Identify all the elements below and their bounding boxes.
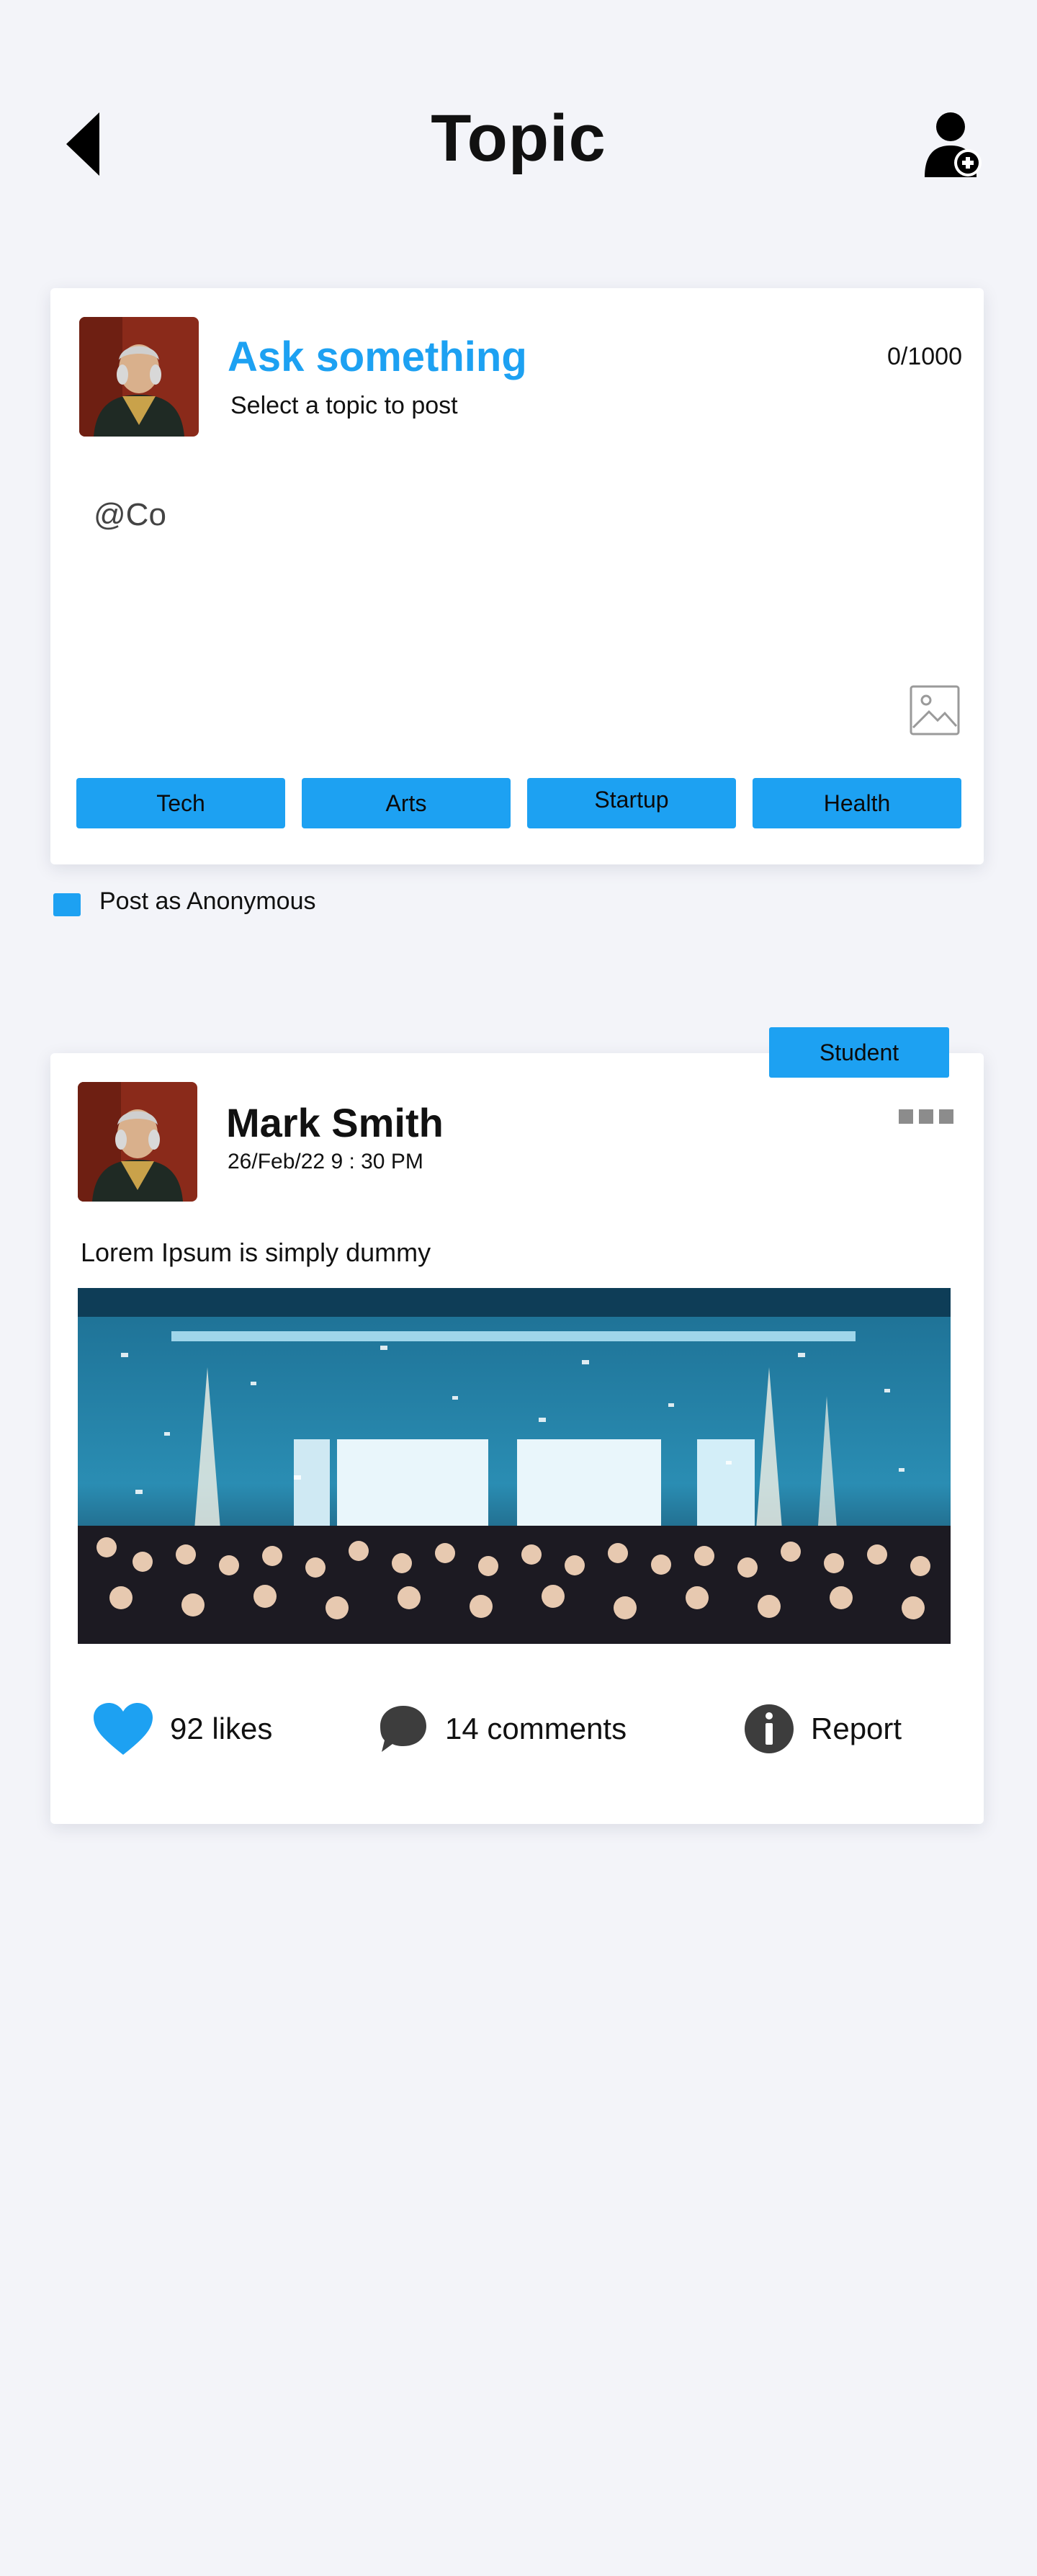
topic-startup-button[interactable]: Startup <box>527 778 736 828</box>
add-image-button[interactable] <box>909 684 961 736</box>
image-icon <box>910 685 960 735</box>
topic-health-button[interactable]: Health <box>753 778 961 828</box>
composer-title: Ask something <box>228 334 527 380</box>
comments-button[interactable]: 14 comments <box>377 1700 627 1758</box>
author-avatar[interactable] <box>78 1082 197 1202</box>
post-date: 26/Feb/22 9 : 30 PM <box>228 1150 423 1173</box>
likes-count: 92 likes <box>170 1712 273 1745</box>
more-dot-icon <box>939 1109 953 1124</box>
topic-arts-button[interactable]: Arts <box>302 778 511 828</box>
post-input[interactable] <box>94 497 871 641</box>
post-text: Lorem Ipsum is simply dummy <box>81 1238 431 1267</box>
comments-count: 14 comments <box>445 1712 627 1745</box>
more-dot-icon <box>919 1109 933 1124</box>
role-badge: Student <box>769 1027 949 1078</box>
add-user-icon <box>925 112 982 177</box>
comment-icon <box>380 1706 426 1752</box>
avatar <box>79 317 199 437</box>
page-title: Topic <box>431 102 606 175</box>
heart-icon <box>94 1703 153 1755</box>
composer-subtitle: Select a topic to post <box>230 392 458 419</box>
report-label: Report <box>811 1712 902 1745</box>
add-user-button[interactable] <box>923 108 984 180</box>
like-button[interactable]: 92 likes <box>92 1700 272 1758</box>
topic-tech-button[interactable]: Tech <box>76 778 285 828</box>
report-button[interactable]: Report <box>743 1700 902 1758</box>
post-image[interactable] <box>78 1288 951 1644</box>
anonymous-label: Post as Anonymous <box>99 887 316 915</box>
more-dot-icon <box>899 1109 913 1124</box>
author-name[interactable]: Mark Smith <box>226 1099 444 1146</box>
char-counter: 0/1000 <box>887 343 962 370</box>
more-options-button[interactable] <box>899 1109 953 1127</box>
anonymous-checkbox[interactable] <box>53 893 81 916</box>
info-icon <box>745 1704 794 1753</box>
